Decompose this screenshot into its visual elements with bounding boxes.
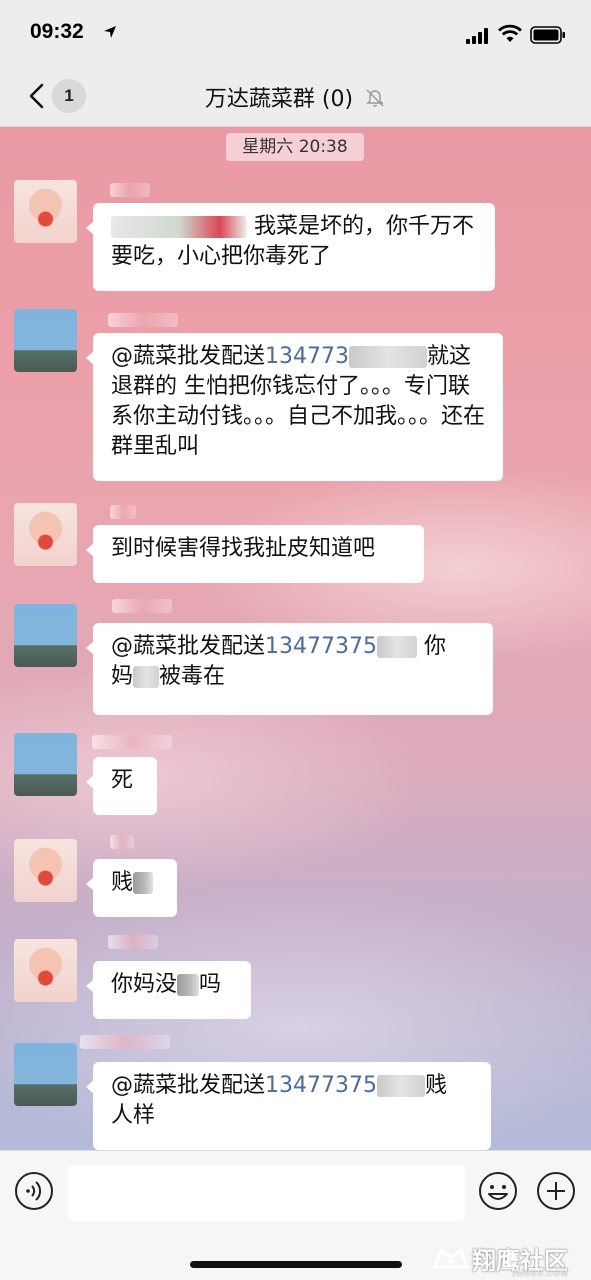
chat-timestamp: 星期六 20:38	[226, 133, 364, 161]
avatar[interactable]	[14, 503, 77, 566]
group-name: 万达蔬菜群 (0)	[204, 87, 354, 112]
wifi-icon	[498, 24, 522, 42]
avatar[interactable]	[14, 604, 77, 667]
plus-icon[interactable]	[536, 1171, 576, 1211]
mention-text: @蔬菜批发配送	[111, 634, 266, 659]
message-bubble[interactable]: 到时候害得找我扯皮知道吧	[86, 525, 424, 583]
message-bubble[interactable]: 你妈没吗	[86, 961, 251, 1019]
redacted-text	[377, 1075, 425, 1097]
mention-text: @蔬菜批发配送	[111, 1073, 266, 1098]
chat-header: 1 万达蔬菜群 (0)	[0, 68, 591, 127]
message-bubble[interactable]: @蔬菜批发配送13477375 贱 人样	[86, 1062, 491, 1150]
chat-message-list[interactable]: 星期六 20:38 我菜是坏的，你千万不要吃，小心把你毒死了 @蔬菜批发配送13…	[0, 127, 591, 1150]
watermark: 翔鹰社区 JMBBS.COM	[432, 1239, 584, 1279]
mute-bell-icon	[366, 89, 384, 107]
redacted-text	[377, 636, 417, 658]
message-text: 贱	[425, 1073, 448, 1098]
chat-title: 万达蔬菜群 (0)	[0, 81, 591, 113]
emoji-icon[interactable]	[478, 1171, 518, 1211]
home-indicator[interactable]	[190, 1261, 402, 1268]
avatar[interactable]	[14, 180, 77, 243]
message-text: 妈	[111, 664, 134, 689]
watermark-subtext: JMBBS.COM	[512, 1269, 569, 1278]
cellular-signal-icon	[466, 28, 488, 44]
mention-text: @蔬菜批发配送	[111, 344, 266, 369]
redacted-text	[111, 216, 247, 238]
avatar[interactable]	[14, 733, 77, 796]
avatar[interactable]	[14, 309, 77, 372]
message-text: 被毒在	[159, 664, 226, 689]
message-bubble[interactable]: 贱	[86, 859, 177, 917]
avatar[interactable]	[14, 1043, 77, 1106]
message-input[interactable]	[68, 1165, 465, 1221]
phone-number: 13477375	[265, 1073, 377, 1098]
location-arrow-icon	[104, 26, 116, 38]
redacted-text	[177, 974, 200, 996]
status-bar: 09:32	[0, 0, 591, 68]
redacted-text	[133, 666, 160, 688]
sender-name-blurred	[110, 505, 136, 519]
message-text: 死	[111, 768, 134, 793]
message-text: 你	[424, 634, 447, 659]
sender-name-blurred	[80, 1035, 170, 1049]
avatar[interactable]	[14, 839, 77, 902]
redacted-text	[133, 872, 154, 894]
sender-name-blurred	[108, 935, 158, 949]
phone-number: 13477375	[265, 634, 377, 659]
message-text: 你妈没	[111, 972, 178, 997]
message-input-bar: 翔鹰社区 JMBBS.COM	[0, 1150, 591, 1280]
message-bubble[interactable]: @蔬菜批发配送134773 就这 退群的 生怕把你钱忘付了。。。专门联系你主动付钱…	[86, 333, 503, 481]
avatar[interactable]	[14, 939, 77, 1002]
sender-name-blurred	[110, 835, 134, 849]
battery-icon	[530, 26, 565, 44]
redacted-text	[349, 346, 427, 368]
message-text: 贱	[111, 870, 134, 895]
message-text: 吗	[199, 972, 222, 997]
sender-name-blurred	[112, 599, 172, 613]
phone-number: 134773	[265, 344, 349, 369]
sender-name-blurred	[92, 735, 172, 749]
voice-icon[interactable]	[14, 1171, 54, 1211]
watermark-logo-icon	[432, 1248, 470, 1269]
message-bubble[interactable]: 我菜是坏的，你千万不要吃，小心把你毒死了	[86, 203, 495, 291]
message-text: 到时候害得找我扯皮知道吧	[111, 536, 376, 561]
message-bubble[interactable]: 死	[86, 757, 157, 815]
sender-name-blurred	[108, 313, 178, 327]
status-time: 09:32	[30, 20, 84, 43]
message-text: 人样	[111, 1103, 156, 1128]
sender-name-blurred	[110, 183, 150, 197]
message-bubble[interactable]: @蔬菜批发配送13477375 你 妈被毒在	[86, 623, 493, 715]
